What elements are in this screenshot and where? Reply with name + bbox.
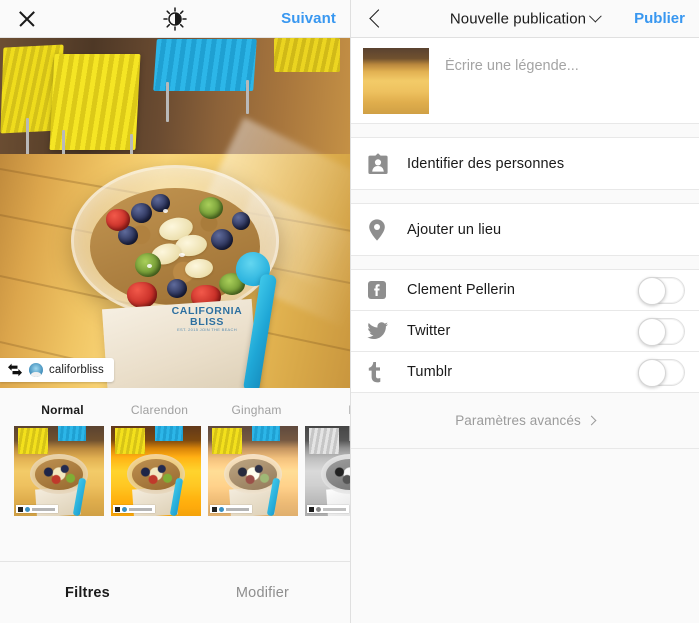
strawberry: [127, 282, 157, 308]
facebook-share-row[interactable]: Clement Pellerin: [351, 270, 699, 311]
editor-top-bar: Suivant: [0, 0, 350, 38]
chevron-right-icon: [586, 416, 596, 426]
chair-blue: [153, 39, 257, 91]
section-gap: [351, 256, 699, 270]
facebook-account-name: Clement Pellerin: [407, 282, 515, 298]
coconut-flake: [179, 253, 185, 257]
section-gap: [351, 190, 699, 204]
strawberry: [106, 209, 130, 231]
tab-filtres[interactable]: Filtres: [0, 585, 175, 601]
next-button[interactable]: Suivant: [281, 10, 336, 27]
thumb-repost-badge: [113, 505, 155, 513]
instagram-post-composer: Suivant: [0, 0, 699, 623]
toggle-knob: [638, 359, 666, 387]
tag-people-label: Identifier des personnes: [407, 156, 564, 172]
thumb-repost-badge: [16, 505, 58, 513]
brightness-icon[interactable]: [162, 6, 188, 32]
share-panel-filler: [351, 449, 699, 623]
thumb-repost-badge: [210, 505, 252, 513]
page-title: Nouvelle publication: [450, 10, 586, 27]
filter-label-clarendon[interactable]: Clarendon: [111, 403, 208, 417]
photo-preview[interactable]: CALIFORNIA BLISS EST. 2015 JOIN THE BEAC…: [0, 38, 350, 388]
twitter-toggle[interactable]: [638, 318, 685, 345]
caption-row: [351, 38, 699, 124]
coconut-flake: [163, 209, 168, 213]
editor-bottom-tabs: Filtres Modifier: [0, 561, 350, 623]
twitter-share-row[interactable]: Twitter: [351, 311, 699, 352]
tab-modifier[interactable]: Modifier: [175, 585, 350, 601]
share-panel: Nouvelle publication Publier: [350, 0, 699, 623]
blueberry: [131, 203, 152, 223]
filter-label-moon[interactable]: M: [305, 403, 350, 417]
tumblr-icon: [367, 361, 393, 383]
repost-attribution-badge[interactable]: califorbliss: [0, 358, 114, 382]
chevron-down-icon: [589, 9, 602, 22]
close-icon[interactable]: [14, 6, 40, 32]
filter-thumbnail-row: [0, 426, 350, 516]
chair-yellow-right: [274, 38, 340, 72]
filters-carousel[interactable]: Normal Clarendon Gingham M: [0, 388, 350, 561]
toggle-knob: [638, 277, 666, 305]
publish-button[interactable]: Publier: [634, 10, 685, 27]
advanced-settings-label: Paramètres avancés: [455, 413, 581, 428]
filter-thumb-normal[interactable]: [14, 426, 104, 516]
user-avatar: [29, 363, 43, 377]
add-location-row[interactable]: Ajouter un lieu: [351, 204, 699, 256]
share-top-bar: Nouvelle publication Publier: [351, 0, 699, 38]
filter-label-gingham[interactable]: Gingham: [208, 403, 305, 417]
twitter-label: Twitter: [407, 323, 450, 339]
repost-icon: [7, 363, 23, 377]
post-thumbnail[interactable]: [363, 48, 429, 114]
photo-image: CALIFORNIA BLISS EST. 2015 JOIN THE BEAC…: [0, 38, 350, 388]
advanced-settings-row[interactable]: Paramètres avancés: [351, 393, 699, 449]
twitter-icon: [367, 321, 393, 341]
add-location-label: Ajouter un lieu: [407, 222, 501, 238]
filter-thumb-moon[interactable]: [305, 426, 350, 516]
thumb-repost-badge: [307, 505, 349, 513]
blueberry: [167, 279, 187, 298]
tumblr-share-row[interactable]: Tumblr: [351, 352, 699, 393]
filter-thumb-gingham[interactable]: [208, 426, 298, 516]
blueberry: [232, 212, 250, 230]
chair-leg: [166, 82, 169, 122]
caption-input[interactable]: [445, 58, 685, 74]
tag-people-row[interactable]: Identifier des personnes: [351, 138, 699, 190]
tumblr-label: Tumblr: [407, 364, 452, 380]
back-chevron-icon[interactable]: [365, 8, 387, 30]
location-pin-icon: [367, 218, 393, 242]
acai-bowl: [71, 165, 279, 317]
filter-thumb-clarendon[interactable]: [111, 426, 201, 516]
section-gap: [351, 124, 699, 138]
toggle-knob: [638, 318, 666, 346]
napkin: [102, 299, 258, 388]
facebook-icon: [367, 280, 393, 300]
tag-people-icon: [367, 152, 393, 176]
filter-label-normal[interactable]: Normal: [14, 403, 111, 417]
filter-editor-panel: Suivant: [0, 0, 350, 623]
share-title-dropdown[interactable]: Nouvelle publication: [450, 10, 600, 27]
chair-leg: [246, 80, 249, 114]
tumblr-toggle[interactable]: [638, 359, 685, 386]
filter-name-row: Normal Clarendon Gingham M: [0, 398, 350, 422]
facebook-toggle[interactable]: [638, 277, 685, 304]
repost-username: califorbliss: [49, 364, 104, 376]
